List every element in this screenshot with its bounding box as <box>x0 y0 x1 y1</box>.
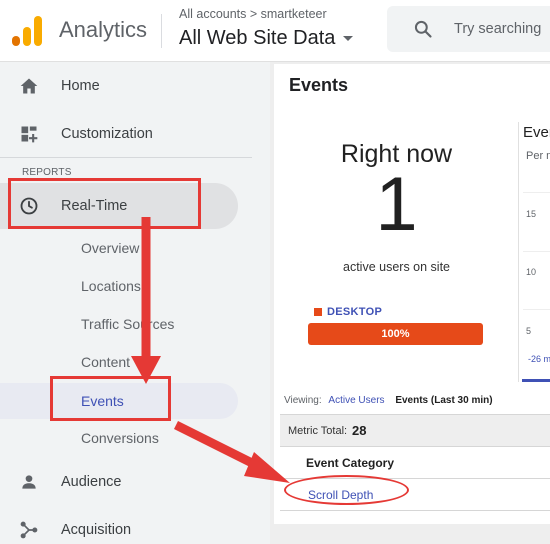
section-label: REPORTS <box>22 167 72 178</box>
metric-total-label: Metric Total: <box>288 425 348 437</box>
events-view-label: Events <box>395 395 429 406</box>
sidebar-item-label: Acquisition <box>61 522 132 538</box>
page-title: Events <box>289 75 349 95</box>
main-content: Events Right now 1 active users on site … <box>270 62 550 544</box>
sidebar-subitem-label: Locations <box>81 278 141 294</box>
search-icon <box>414 20 432 38</box>
sidebar-item-realtime[interactable]: Real-Time <box>0 184 252 228</box>
chart-x-tick: -26 m <box>528 354 550 364</box>
sidebar: Home Customization REPORTS Real-Time Ove… <box>0 62 270 544</box>
sidebar-item-home[interactable]: Home <box>0 64 252 108</box>
panel-divider <box>518 122 519 382</box>
column-header-event-category[interactable]: Event Category <box>306 456 394 470</box>
sidebar-item-customization[interactable]: Customization <box>0 112 252 156</box>
events-view-current: Events (Last 30 min) <box>395 395 492 406</box>
sidebar-subitem-events[interactable]: Events <box>0 383 238 419</box>
metric-total-row: Metric Total: 28 <box>280 415 550 447</box>
sidebar-subitem-traffic-sources[interactable]: Traffic Sources <box>0 306 238 342</box>
event-category-link[interactable]: Scroll Depth <box>308 488 373 502</box>
account-breadcrumb[interactable]: All accounts > smartketeer <box>179 7 327 21</box>
chart-gridline <box>523 192 550 193</box>
chart-y-tick: 10 <box>526 267 537 277</box>
section-divider <box>0 157 252 158</box>
device-color-marker <box>314 308 322 316</box>
header-divider <box>161 14 162 48</box>
events-chart-title: Even <box>523 124 550 141</box>
events-view-range: (Last 30 min) <box>430 395 493 406</box>
table-row: Scroll Depth <box>280 479 550 511</box>
analytics-logo-icon[interactable] <box>12 16 42 46</box>
sidebar-item-label: Real-Time <box>61 198 128 214</box>
viewing-prefix: Viewing: <box>284 395 322 406</box>
active-users-link[interactable]: Active Users <box>328 395 384 406</box>
caret-down-icon <box>343 35 354 41</box>
acquisition-icon <box>20 521 38 539</box>
sidebar-item-acquisition[interactable]: Acquisition <box>0 508 252 544</box>
sidebar-item-label: Audience <box>61 474 122 490</box>
chart-gridline <box>523 251 550 252</box>
sidebar-subitem-conversions[interactable]: Conversions <box>0 420 238 456</box>
clock-icon <box>20 197 38 215</box>
top-header: Analytics All accounts > smartketeer All… <box>0 0 550 62</box>
active-users-count: 1 <box>375 162 418 247</box>
chart-y-tick: 5 <box>526 326 532 336</box>
sidebar-subitem-locations[interactable]: Locations <box>0 268 238 304</box>
sidebar-subitem-label: Events <box>81 393 124 409</box>
chart-axis-line <box>522 379 550 382</box>
device-label: DESKTOP <box>327 306 383 318</box>
app-name: Analytics <box>59 17 148 42</box>
search-box[interactable]: Try searching <box>387 6 550 52</box>
sidebar-item-label: Home <box>61 78 100 94</box>
property-name: All Web Site Data <box>179 26 336 49</box>
chart-gridline <box>523 309 550 310</box>
events-card: Events Right now 1 active users on site … <box>274 64 550 524</box>
events-chart-subtitle: Per m <box>526 150 550 162</box>
device-share-bar: 100% <box>308 323 483 345</box>
home-icon <box>20 78 38 94</box>
sidebar-subitem-label: Content <box>81 354 131 370</box>
sidebar-item-label: Customization <box>61 126 153 142</box>
chart-y-tick: 15 <box>526 209 537 219</box>
sidebar-subitem-label: Traffic Sources <box>81 316 175 332</box>
table-header: Event Category <box>280 447 550 479</box>
search-input[interactable]: Try searching <box>454 21 541 37</box>
sidebar-subitem-overview[interactable]: Overview <box>0 230 238 266</box>
active-users-label: active users on site <box>343 260 450 274</box>
sidebar-subitem-content[interactable]: Content <box>0 344 238 380</box>
device-share-percent: 100% <box>381 328 410 340</box>
dashboard-icon <box>21 126 38 143</box>
sidebar-subitem-label: Overview <box>81 240 140 256</box>
person-icon <box>22 475 36 489</box>
sidebar-subitem-label: Conversions <box>81 430 159 446</box>
property-selector[interactable]: All Web Site Data <box>179 25 354 51</box>
viewing-toggle: Viewing: Active Users Events (Last 30 mi… <box>284 395 493 406</box>
sidebar-item-audience[interactable]: Audience <box>0 460 252 504</box>
metric-total-value: 28 <box>352 423 367 438</box>
events-table: Metric Total: 28 Event Category Scroll D… <box>280 414 550 512</box>
